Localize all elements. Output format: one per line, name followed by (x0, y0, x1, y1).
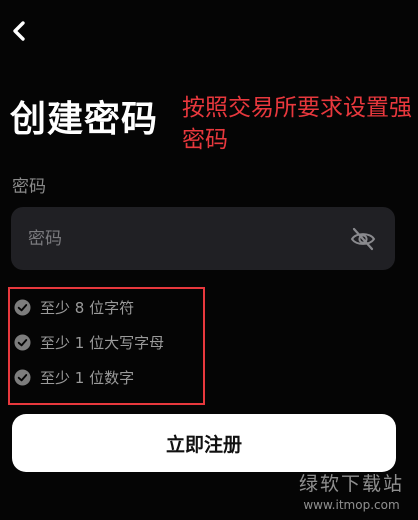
watermark-url: www.itmop.com (303, 498, 400, 512)
requirement-text: 至少 1 位大写字母 (40, 333, 165, 352)
password-label: 密码 (12, 177, 46, 197)
requirement-digit: 至少 1 位数字 (14, 365, 134, 389)
watermark-name: 绿软下载站 (298, 473, 404, 495)
watermark: 绿软下载站 www.itmop.com (299, 469, 404, 512)
password-requirements: 至少 8 位字符 至少 1 位大写字母 至少 1 位数字 (8, 287, 205, 405)
page-title: 创建密码 (10, 99, 159, 140)
requirement-text: 至少 8 位字符 (40, 298, 135, 317)
annotation-text: 按照交易所要求设置强密码 (182, 95, 412, 153)
chevron-left-icon (13, 21, 25, 41)
password-input[interactable] (28, 207, 328, 270)
check-circle-icon (14, 368, 31, 386)
requirement-min-length: 至少 8 位字符 (14, 295, 134, 319)
register-button[interactable]: 立即注册 (12, 414, 396, 472)
password-visibility-toggle[interactable] (349, 225, 377, 253)
password-field[interactable] (11, 207, 395, 270)
check-circle-icon (14, 298, 31, 316)
back-button[interactable] (6, 16, 32, 46)
requirement-uppercase: 至少 1 位大写字母 (14, 330, 164, 354)
requirement-text: 至少 1 位数字 (40, 368, 135, 387)
check-circle-icon (14, 333, 31, 351)
eye-off-icon (350, 227, 376, 251)
